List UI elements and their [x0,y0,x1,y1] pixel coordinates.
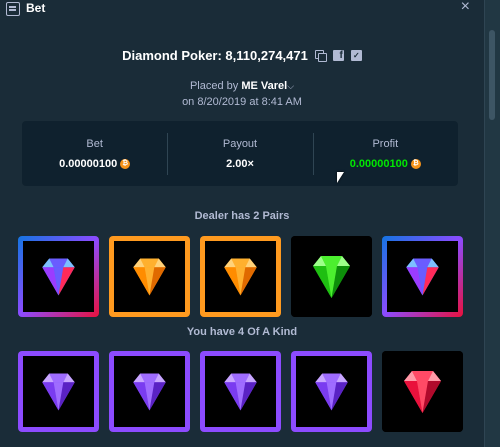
stat-profit: Profit 0.00000100 ₿ [312,121,458,186]
gem-card-purple [109,351,190,432]
stat-bet: Bet 0.00000100 ₿ [22,121,167,186]
game-title-row: Diamond Poker: 8,110,274,471 f ✓ [0,48,484,63]
stat-profit-value-row: 0.00000100 ₿ [350,158,421,170]
player-hand [18,351,463,432]
gem-card-purple [18,351,99,432]
stat-payout-value-row: 2.00× [226,158,254,170]
purple-gem-icon [315,373,348,411]
gem-card-face [291,236,372,317]
chevron-down-icon[interactable]: ⌵ [287,81,294,91]
stat-bet-label: Bet [86,138,103,150]
gem-card-multi [18,236,99,317]
bitcoin-icon: ₿ [410,159,421,169]
purple-gem-icon [133,373,166,411]
close-icon[interactable]: × [461,0,470,16]
dealer-hand [18,236,463,317]
stat-payout-label: Payout [222,138,258,150]
scrollbar[interactable] [484,0,500,447]
gem-card-face [23,356,94,427]
placed-by-prefix: Placed by [189,80,239,92]
stat-bet-value-row: 0.00000100 ₿ [59,158,131,170]
purple-gem-icon [224,373,257,411]
game-title: Diamond Poker: 8,110,274,471 [122,48,308,63]
orange-gem-icon [133,258,166,296]
gem-card-face [205,241,276,312]
gem-card-face [387,241,458,312]
orange-gem-icon [224,258,257,296]
gem-card-orange [109,236,190,317]
twitter-icon[interactable]: ✓ [350,50,362,61]
multi-gem-icon [42,258,75,296]
stat-payout-value: 2.00× [226,158,254,170]
gem-card-multi [382,236,463,317]
gem-card-face [382,351,463,432]
purple-gem-icon [42,373,75,411]
gem-card-purple [291,351,372,432]
bitcoin-icon: ₿ [120,159,131,169]
multi-gem-icon [406,258,439,296]
stat-profit-value: 0.00000100 [349,158,408,170]
placed-by-user[interactable]: ME Varel [241,80,287,92]
gem-card-face [205,356,276,427]
bet-date: on 8/20/2019 at 8:41 AM [182,96,302,108]
gem-card-green [291,236,372,317]
dealer-hand-label: Dealer has 2 Pairs [194,210,290,222]
window-title: Bet [26,1,46,15]
gem-card-face [296,356,367,427]
stat-payout: Payout 2.00× [167,121,312,186]
player-hand-label: You have 4 Of A Kind [186,326,298,338]
red-gem-icon [404,371,441,413]
stat-profit-label: Profit [372,138,399,150]
gem-card-face [114,356,185,427]
gem-card-face [114,241,185,312]
copy-icon[interactable] [314,50,327,62]
green-gem-icon [313,256,350,298]
gem-card-red [382,351,463,432]
stats-panel: Bet 0.00000100 ₿ Payout 2.00× Profit 0.0… [22,121,458,186]
bet-slip-icon [6,2,20,16]
gem-card-orange [200,236,281,317]
gem-card-purple [200,351,281,432]
gem-card-face [23,241,94,312]
stat-bet-value: 0.00000100 [59,158,118,170]
placed-by: Placed by ME Varel⌵ [0,80,484,92]
facebook-icon[interactable]: f [332,50,344,61]
window-titlebar: Bet × [0,0,500,18]
